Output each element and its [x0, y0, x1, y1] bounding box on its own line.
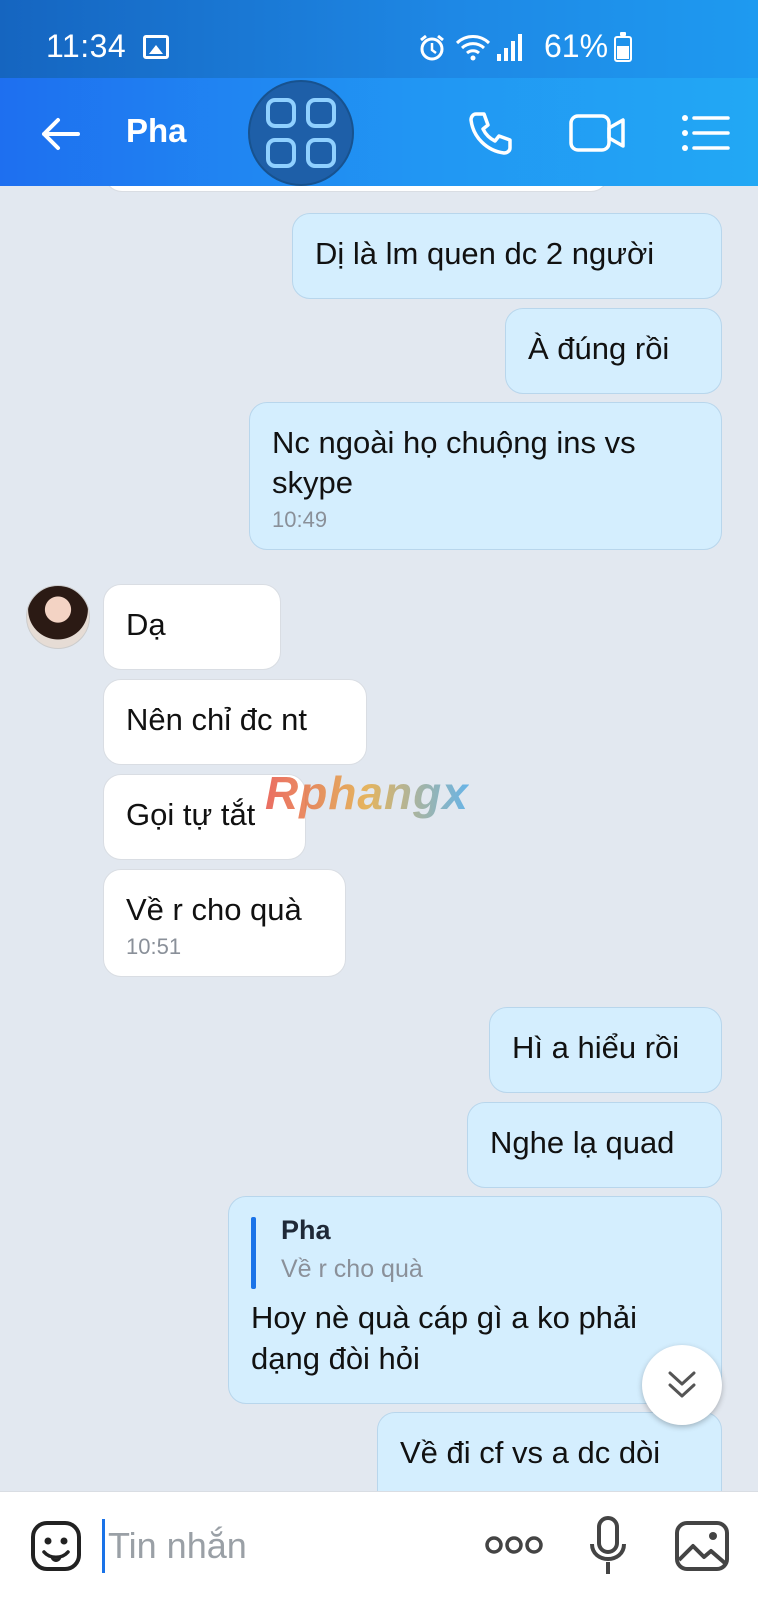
message-composer [0, 1491, 758, 1600]
message-input[interactable] [108, 1520, 438, 1572]
message-bubble-incoming[interactable]: Nên chỉ đc nt [103, 679, 367, 765]
message-text: Nc ngoài họ chuộng ins vs skype [272, 425, 636, 500]
message-text: Dị là lm quen dc 2 người [315, 236, 655, 271]
phone-call-icon[interactable] [466, 108, 516, 158]
microphone-icon[interactable] [588, 1514, 628, 1578]
back-arrow-icon[interactable] [38, 112, 82, 156]
message-text: Hì a hiểu rồi [512, 1030, 680, 1065]
partial-message-bubble [104, 186, 609, 192]
scroll-to-bottom-button[interactable] [642, 1345, 722, 1425]
contact-avatar[interactable] [26, 585, 90, 649]
message-text: À đúng rồi [528, 331, 670, 366]
quote-bar [251, 1217, 256, 1289]
signal-icon [497, 34, 522, 61]
floating-bubble-button[interactable] [248, 80, 354, 186]
menu-list-icon[interactable] [680, 108, 730, 158]
watermark-logo: Rphangx [265, 767, 469, 819]
message-bubble-outgoing[interactable]: Hì a hiểu rồi [489, 1007, 722, 1093]
message-timestamp: 10:51 [126, 934, 182, 959]
message-timestamp: 10:49 [272, 507, 328, 532]
chat-header: Pha [0, 78, 758, 186]
battery-percent: 61% [544, 28, 609, 64]
wifi-icon [455, 35, 491, 61]
message-text: Nên chỉ đc nt [126, 702, 307, 737]
message-text: Nghe lạ quad [490, 1125, 675, 1160]
alarm-icon [420, 34, 444, 61]
contact-name[interactable]: Pha [126, 112, 187, 150]
message-list[interactable]: Dị là lm quen dc 2 người À đúng rồi Nc n… [0, 186, 758, 1491]
message-text: Hoy nè quà cáp gì a ko phải dạng đòi hỏi [251, 1300, 638, 1376]
quoted-text: Về r cho quà [281, 1255, 423, 1283]
message-bubble-outgoing[interactable]: À đúng rồi [505, 308, 722, 394]
sticker-emoji-icon[interactable] [30, 1520, 82, 1572]
status-bar: 11:34 61% [0, 0, 758, 78]
text-cursor [102, 1519, 105, 1573]
battery-icon [614, 32, 632, 62]
message-text: Về r cho quà [126, 892, 302, 927]
message-bubble-outgoing[interactable]: Nc ngoài họ chuộng ins vs skype 10:49 [249, 402, 722, 550]
image-notification-icon [143, 35, 169, 59]
clock: 11:34 [46, 28, 127, 64]
message-text: Gọi tự tắt [126, 797, 256, 832]
message-bubble-outgoing[interactable]: Dị là lm quen dc 2 người [292, 213, 722, 299]
message-bubble-incoming[interactable]: Về r cho quà 10:51 [103, 869, 346, 977]
image-gallery-icon[interactable] [674, 1520, 730, 1572]
message-text: Về đi cf vs a dc dòi [400, 1435, 661, 1470]
quoted-sender: Pha [281, 1215, 331, 1245]
message-bubble-outgoing[interactable]: Nghe lạ quad [467, 1102, 722, 1188]
video-call-icon[interactable] [568, 108, 626, 158]
message-bubble-incoming[interactable]: Dạ [103, 584, 281, 670]
more-options-icon[interactable] [484, 1532, 544, 1558]
double-chevron-down-icon [668, 1371, 696, 1398]
message-text: Dạ [126, 607, 166, 642]
